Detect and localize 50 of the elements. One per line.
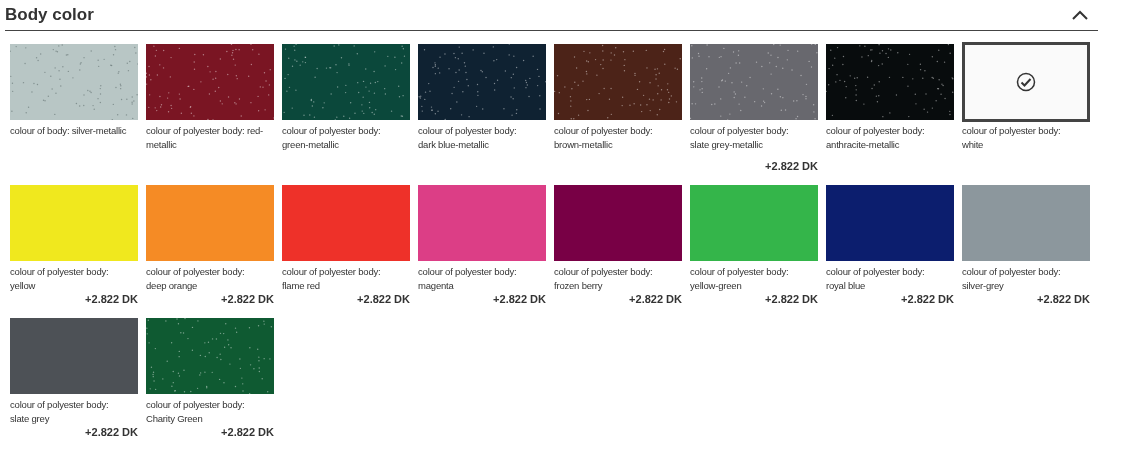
swatch-label: colour of polyester body: yellow — [10, 265, 110, 293]
price-label: +2.822 DK — [629, 293, 682, 306]
price-label: +2.822 DK — [221, 426, 274, 439]
color-swatch[interactable] — [10, 185, 138, 261]
color-swatch[interactable] — [962, 185, 1090, 261]
color-swatch[interactable] — [282, 185, 410, 261]
color-swatch[interactable] — [146, 318, 274, 394]
swatch-label: colour of polyester body: yellow-green — [690, 265, 790, 293]
price-label: +2.822 DK — [765, 160, 818, 173]
price-label: +2.822 DK — [493, 293, 546, 306]
color-swatch[interactable] — [554, 185, 682, 261]
color-swatch[interactable] — [10, 318, 138, 394]
swatch-label: colour of polyester body: slate grey — [10, 398, 110, 426]
swatch-label: colour of polyester body: frozen berry — [554, 265, 654, 293]
swatch-label: colour of polyester body: anthracite-metallic — [826, 124, 926, 152]
color-swatch[interactable] — [282, 44, 410, 120]
price-label: +2.822 DK — [765, 293, 818, 306]
swatch-label: colour of polyester body: brown-metallic — [554, 124, 654, 152]
swatch-label: colour of polyester body: dark blue-metallic — [418, 124, 518, 152]
color-swatch[interactable] — [826, 185, 954, 261]
color-swatch[interactable] — [146, 44, 274, 120]
color-swatch[interactable] — [146, 185, 274, 261]
color-swatch[interactable] — [554, 44, 682, 120]
price-label: +2.822 DK — [901, 293, 954, 306]
color-swatch[interactable] — [418, 44, 546, 120]
price-label: +2.822 DK — [1037, 293, 1090, 306]
price-label: +2.822 DK — [85, 293, 138, 306]
swatch-label: colour of polyester body: slate grey-metallic — [690, 124, 790, 152]
price-label: +2.822 DK — [85, 426, 138, 439]
color-swatch[interactable] — [10, 44, 138, 120]
color-swatch[interactable] — [690, 44, 818, 120]
chevron-up-icon[interactable] — [1072, 10, 1088, 20]
color-swatch[interactable] — [826, 44, 954, 120]
swatch-label: colour of polyester body: silver-grey — [962, 265, 1062, 293]
color-swatch[interactable] — [418, 185, 546, 261]
color-swatch[interactable] — [690, 185, 818, 261]
swatch-label: colour of polyester body: red-metallic — [146, 124, 264, 152]
swatch-label: colour of polyester body: royal blue — [826, 265, 926, 293]
swatch-label: colour of polyester body: magenta — [418, 265, 518, 293]
color-swatch[interactable] — [962, 42, 1090, 122]
checkmark-icon — [1016, 72, 1036, 92]
swatch-label: colour of polyester body: Charity Green — [146, 398, 246, 426]
swatch-label: colour of polyester body: deep orange — [146, 265, 246, 293]
section-title: Body color — [5, 5, 94, 25]
swatch-label: colour of polyester body: white — [962, 124, 1062, 152]
swatch-label: colour of polyester body: flame red — [282, 265, 382, 293]
price-label: +2.822 DK — [357, 293, 410, 306]
swatch-label: colour of body: silver-metallic — [10, 124, 128, 138]
price-label: +2.822 DK — [221, 293, 274, 306]
swatch-label: colour of polyester body: green-metallic — [282, 124, 382, 152]
